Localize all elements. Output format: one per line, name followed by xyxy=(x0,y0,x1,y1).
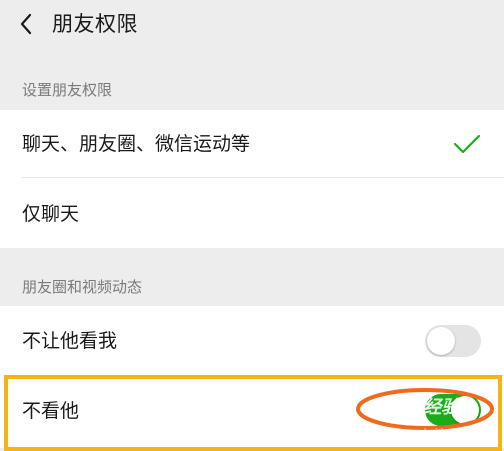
option-chat-moments-werun[interactable]: 聊天、朋友圈、微信运动等 xyxy=(0,110,504,178)
nav-bar: 朋友权限 xyxy=(0,0,504,50)
option-label: 仅聊天 xyxy=(22,203,80,225)
checkmark-icon xyxy=(453,134,481,154)
page-title: 朋友权限 xyxy=(52,12,138,36)
hide-his-moments-toggle[interactable] xyxy=(425,394,481,426)
chevron-left-icon xyxy=(20,13,32,35)
section-title-friend-permission: 设置朋友权限 xyxy=(22,81,113,99)
section-title-moments-video: 朋友圈和视频动态 xyxy=(22,278,143,296)
hide-my-moments-toggle[interactable] xyxy=(425,325,481,357)
back-button[interactable] xyxy=(14,12,38,36)
option-chat-only[interactable]: 仅聊天 xyxy=(0,178,504,248)
toggle-label: 不看他 xyxy=(22,400,80,422)
option-label: 聊天、朋友圈、微信运动等 xyxy=(22,133,251,155)
toggle-knob xyxy=(427,327,455,355)
toggle-knob xyxy=(451,396,479,424)
toggle-row-hide-his-moments: 不看他 xyxy=(0,376,504,448)
toggle-row-hide-my-moments: 不让他看我 xyxy=(0,306,504,376)
toggle-label: 不让他看我 xyxy=(22,330,118,352)
